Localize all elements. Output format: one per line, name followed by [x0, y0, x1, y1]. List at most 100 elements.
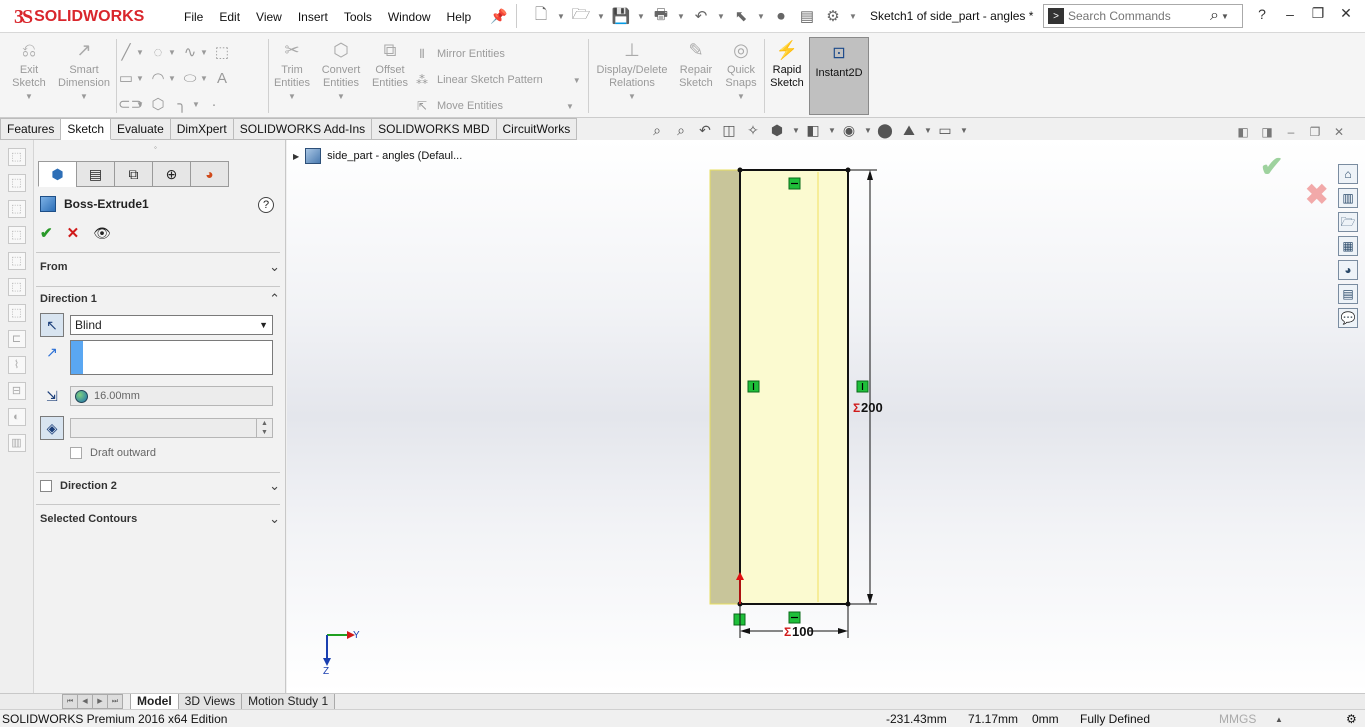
options-dropdown-icon[interactable]: ▼ — [849, 6, 857, 26]
search-dropdown-icon[interactable]: ▼ — [1221, 12, 1229, 21]
menu-view[interactable]: View — [248, 10, 290, 24]
tab-3d-views[interactable]: 3D Views — [177, 694, 243, 710]
height-dimension-text[interactable]: 200 — [861, 400, 883, 415]
display-manager-tab[interactable]: ◕ — [190, 161, 229, 187]
feature-manager-tab[interactable]: ⬢ — [38, 161, 77, 187]
draft-outward-checkbox[interactable] — [70, 447, 82, 459]
scroll-first-icon[interactable]: ⏮ — [62, 694, 78, 709]
dynamic-annotation-icon[interactable]: ✧ — [744, 122, 762, 139]
rapid-sketch-button[interactable]: ⚡ Rapid Sketch — [767, 39, 807, 90]
polygon-icon[interactable]: ⬡ — [150, 95, 166, 113]
lofted-boss-icon[interactable]: ⬚ — [7, 226, 26, 244]
graphics-area[interactable]: ▶ side_part - angles (Defaul... Σ 200 Σ … — [287, 140, 1365, 693]
direction-selection-box[interactable] — [70, 340, 273, 375]
scroll-prev-icon[interactable]: ◀ — [77, 694, 93, 709]
help-icon[interactable]: ? — [258, 197, 274, 213]
tab-dimxpert[interactable]: DimXpert — [170, 118, 234, 140]
restore-button[interactable]: ❐ — [1308, 5, 1328, 22]
fillet-feature-icon[interactable]: ◐ — [7, 408, 26, 426]
configuration-manager-tab[interactable]: ⧉ — [114, 161, 153, 187]
trim-entities-button[interactable]: ✂ Trim Entities ▼ — [272, 39, 312, 103]
repair-sketch-button[interactable]: ✎ Repair Sketch — [676, 39, 716, 90]
sketch-point[interactable] — [845, 167, 851, 173]
view-orientation-icon[interactable]: ⬢ — [768, 122, 786, 139]
menu-file[interactable]: File — [176, 10, 211, 24]
smart-dimension-dropdown-icon[interactable]: ▼ — [56, 90, 112, 103]
tab-sketch[interactable]: Sketch — [61, 118, 112, 140]
tab-circuitworks[interactable]: CircuitWorks — [496, 118, 578, 140]
circle-icon[interactable]: ◌ — [150, 44, 166, 61]
text-icon[interactable]: A — [214, 70, 230, 87]
dimxpert-manager-tab[interactable]: ⊕ — [152, 161, 191, 187]
close-button[interactable]: ✕ — [1336, 5, 1356, 22]
help-button[interactable]: ? — [1252, 6, 1272, 22]
end-condition-select[interactable]: Blind ▼ — [70, 315, 273, 335]
chevron-down-icon[interactable]: ⌄ — [269, 478, 280, 494]
arc-icon[interactable]: ◠ — [150, 69, 166, 87]
solidworks-resources-home-icon[interactable]: ⌂ — [1338, 164, 1358, 184]
chevron-down-icon[interactable]: ⌄ — [269, 259, 280, 275]
save-icon[interactable]: 💾 — [611, 6, 631, 26]
new-dropdown-icon[interactable]: ▼ — [557, 6, 565, 26]
edit-appearance-icon[interactable]: ⬤ — [876, 122, 894, 139]
slot-icon[interactable]: ⊂⊃ — [118, 95, 143, 113]
menu-help[interactable]: Help — [439, 10, 480, 24]
pattern-feature-icon[interactable]: ▥ — [7, 434, 26, 452]
relations-dropdown-icon[interactable]: ▼ — [594, 90, 670, 103]
solidworks-logo[interactable]: 3S SOLIDWORKS — [14, 6, 144, 28]
viewport-close-icon[interactable]: ✕ — [1332, 125, 1346, 139]
direction2-group-header[interactable]: Direction 2 ⌄ — [40, 478, 280, 494]
preview-eye-icon[interactable]: 👁 — [93, 225, 111, 242]
scroll-last-icon[interactable]: ⏭ — [107, 694, 123, 709]
sketch-point[interactable] — [845, 601, 851, 607]
point-icon[interactable]: · — [206, 96, 222, 113]
confirm-ok-icon[interactable]: ✔ — [1260, 150, 1283, 183]
search-commands-box[interactable]: > ⌕ ▼ — [1043, 4, 1243, 28]
minimize-button[interactable]: – — [1280, 6, 1300, 22]
circle-dropdown-icon[interactable]: ▼ — [168, 48, 176, 57]
select-dropdown-icon[interactable]: ▼ — [757, 6, 765, 26]
draft-on-off-icon[interactable]: ◈ — [40, 416, 64, 440]
quick-snaps-button[interactable]: ◎ Quick Snaps ▼ — [722, 39, 760, 103]
display-style-icon[interactable]: ◧ — [804, 122, 822, 139]
menu-tools[interactable]: Tools — [336, 10, 380, 24]
reverse-direction-icon[interactable]: ↖ — [40, 313, 64, 337]
rebuild-status-icon[interactable]: ⚙ — [1346, 712, 1357, 726]
search-icon[interactable]: ⌕ — [1210, 7, 1219, 25]
menu-insert[interactable]: Insert — [290, 10, 336, 24]
print-icon[interactable]: 🖶 — [651, 6, 671, 26]
sketch-point[interactable] — [737, 167, 743, 173]
revolved-cut-icon[interactable]: ⊏ — [7, 330, 26, 348]
fillet-icon[interactable]: ╮ — [174, 95, 190, 113]
view-settings-icon[interactable]: ▭ — [936, 122, 954, 139]
select-arrow-icon[interactable]: ⬉ — [731, 6, 751, 26]
extruded-boss-icon[interactable]: ⬚ — [7, 148, 26, 166]
print-dropdown-icon[interactable]: ▼ — [677, 6, 685, 26]
hide-show-dropdown-icon[interactable]: ▼ — [864, 126, 872, 135]
tab-features[interactable]: Features — [0, 118, 62, 140]
section-view-icon[interactable]: ◫ — [720, 122, 738, 139]
solidworks-forum-icon[interactable]: 💬 — [1338, 308, 1358, 328]
chevron-up-icon[interactable]: ⌃ — [269, 291, 280, 307]
sketch-canvas[interactable]: Σ 200 Σ 100 Y Z — [287, 140, 1365, 693]
ellipse-icon[interactable]: ⬭ — [182, 70, 198, 87]
viewport-restore-icon[interactable]: ❐ — [1308, 125, 1322, 139]
undo-icon[interactable]: ↶ — [691, 6, 711, 26]
lofted-cut-icon[interactable]: ⊟ — [7, 382, 26, 400]
viewport-right-icon[interactable]: ◨ — [1260, 125, 1274, 139]
ok-check-icon[interactable]: ✔ — [40, 224, 53, 242]
design-library-icon[interactable]: ▥ — [1338, 188, 1358, 208]
unit-system[interactable]: MMGS — [1219, 712, 1256, 726]
depth-input[interactable]: 16.00mm — [70, 386, 273, 406]
cancel-x-icon[interactable]: ✕ — [67, 224, 80, 242]
line-icon[interactable]: ╱ — [118, 43, 134, 61]
selected-contours-group-header[interactable]: Selected Contours ⌄ — [40, 511, 280, 527]
viewport-left-icon[interactable]: ◧ — [1236, 125, 1250, 139]
spline-dropdown-icon[interactable]: ▼ — [200, 48, 208, 57]
view-palette-icon[interactable]: ▦ — [1338, 236, 1358, 256]
slot-dropdown-icon[interactable]: ▼ — [136, 100, 144, 109]
chevron-down-icon[interactable]: ⌄ — [269, 511, 280, 527]
swept-cut-icon[interactable]: ⌇ — [7, 356, 26, 374]
custom-properties-icon[interactable]: ▤ — [1338, 284, 1358, 304]
arc-dropdown-icon[interactable]: ▼ — [168, 74, 176, 83]
